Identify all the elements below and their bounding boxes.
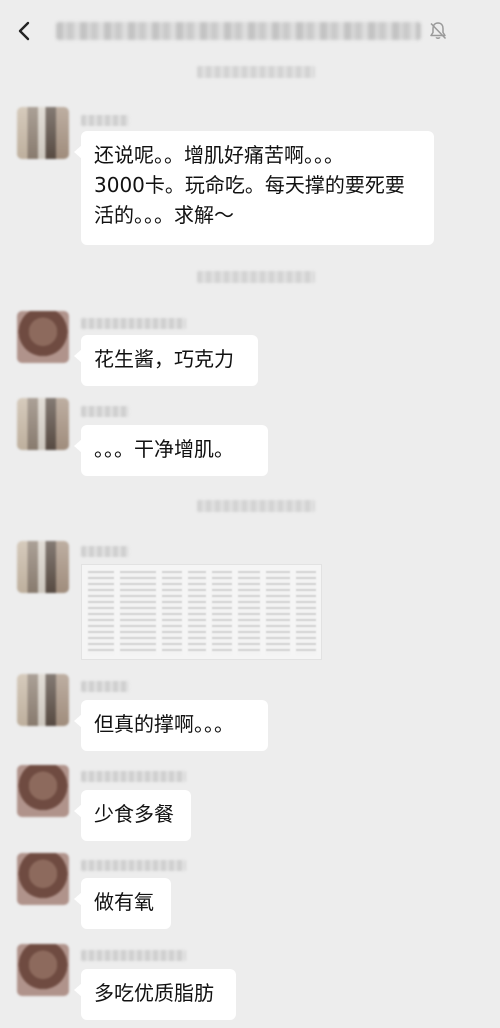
- sender-name: [81, 318, 186, 329]
- avatar[interactable]: [17, 944, 69, 996]
- sender-name: [81, 771, 186, 782]
- message-bubble[interactable]: 但真的撑啊。。。: [74, 700, 268, 751]
- message-bubble[interactable]: 还说呢。。增肌好痛苦啊。。。 3000卡。玩命吃。每天撑的要死要 活的。。。求解…: [74, 131, 434, 245]
- message-bubble[interactable]: 多吃优质脂肪: [74, 969, 236, 1020]
- spreadsheet-column: [120, 571, 156, 655]
- avatar[interactable]: [17, 541, 69, 593]
- chat-header: [0, 0, 500, 62]
- spreadsheet-column: [188, 571, 206, 655]
- message-bubble[interactable]: 花生酱，巧克力: [74, 335, 258, 386]
- chat-title-blurred: [56, 22, 421, 40]
- bell-muted-icon: [430, 22, 447, 40]
- sender-name: [81, 546, 129, 557]
- message-bubble[interactable]: 。。。干净增肌。: [74, 425, 268, 476]
- spreadsheet-column: [88, 571, 114, 655]
- avatar[interactable]: [17, 674, 69, 726]
- spreadsheet-column: [296, 571, 316, 655]
- sender-name: [81, 950, 186, 961]
- message-text-line: 活的。。。求解～: [94, 203, 234, 227]
- timestamp: [197, 271, 315, 283]
- timestamp: [197, 66, 315, 78]
- avatar[interactable]: [17, 853, 69, 905]
- image-message[interactable]: [81, 564, 322, 660]
- message-bubble[interactable]: 少食多餐: [74, 790, 191, 841]
- avatar[interactable]: [17, 311, 69, 363]
- sender-name: [81, 681, 129, 692]
- message-text-line: 3000卡。玩命吃。每天撑的要死要: [94, 173, 405, 197]
- spreadsheet-column: [212, 571, 232, 655]
- message-text-line: 还说呢。。增肌好痛苦啊。。。: [94, 143, 344, 167]
- avatar[interactable]: [17, 398, 69, 450]
- avatar[interactable]: [17, 765, 69, 817]
- avatar[interactable]: [17, 107, 69, 159]
- message-bubble[interactable]: 做有氧: [74, 878, 171, 929]
- spreadsheet-column: [162, 571, 182, 655]
- sender-name: [81, 406, 129, 417]
- spreadsheet-column: [238, 571, 260, 655]
- timestamp: [197, 500, 315, 512]
- sender-name: [81, 115, 129, 126]
- chevron-left-icon[interactable]: [12, 18, 38, 44]
- sender-name: [81, 860, 186, 871]
- spreadsheet-column: [266, 571, 290, 655]
